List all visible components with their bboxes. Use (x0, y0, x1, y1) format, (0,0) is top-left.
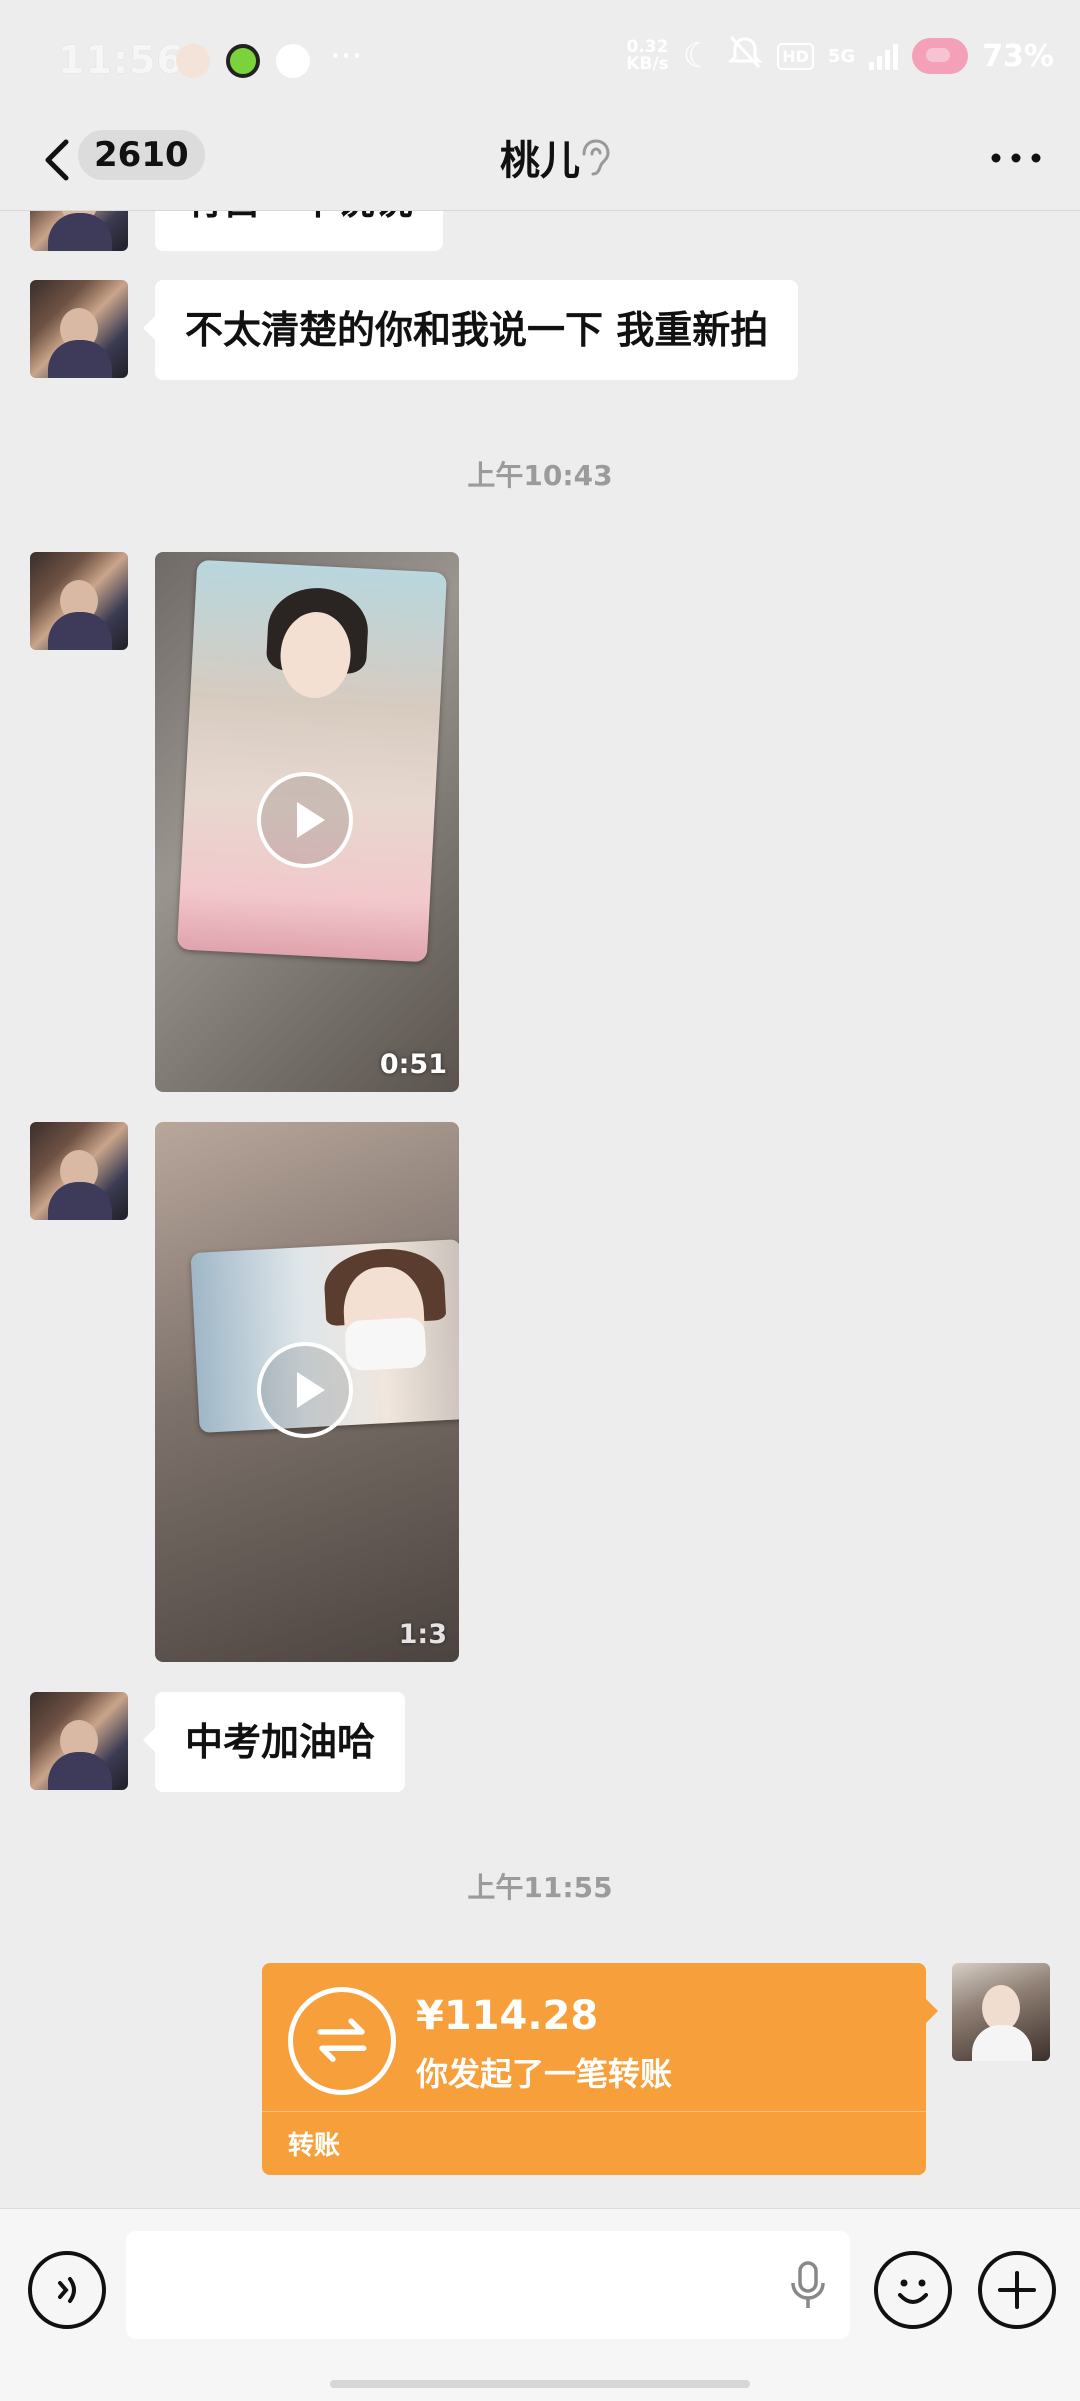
home-indicator[interactable] (330, 2380, 750, 2388)
video-thumbnail (176, 559, 448, 963)
moon-icon: ☾ (682, 36, 714, 76)
voice-icon[interactable] (28, 2251, 106, 2329)
battery-percent: 73% (982, 38, 1054, 74)
chat-header: 2610 桃儿 (0, 110, 1080, 211)
message-bubble[interactable]: 中考加油哈 (142, 1692, 406, 1792)
clipped-message-area: 有占一个说说 (0, 211, 1080, 251)
timestamp: 上午10:43 (467, 459, 613, 492)
contact-avatar[interactable] (30, 1122, 128, 1220)
signal-icon (869, 42, 899, 70)
contact-avatar[interactable] (30, 211, 128, 251)
video-duration: 1:3 (398, 1619, 447, 1650)
app-notification-icon (226, 44, 260, 78)
transfer-description: 你发起了一笔转账 (416, 2055, 673, 2093)
video-message[interactable]: 0:51 (155, 552, 459, 1092)
transfer-amount: ¥114.28 (416, 1993, 599, 2039)
divider (262, 2111, 926, 2112)
transfer-icon (288, 1987, 396, 2095)
mic-icon[interactable] (788, 2259, 828, 2311)
transfer-card[interactable]: ¥114.28 你发起了一笔转账 转账 (262, 1963, 938, 2175)
message-input[interactable] (126, 2231, 850, 2339)
timestamp: 上午11:55 (467, 1871, 613, 1904)
hd-badge: HD (777, 42, 814, 70)
network-type: 5G (827, 45, 856, 67)
status-time: 11:56 (58, 38, 184, 82)
video-message[interactable]: 1:3 (155, 1122, 459, 1662)
weibo-icon (176, 44, 210, 78)
chat-title: 桃儿 (500, 138, 580, 184)
status-right: 0.32 KB/s ☾ HD 5G 73% (626, 35, 1054, 78)
contact-avatar[interactable] (30, 552, 128, 650)
message-bubble[interactable]: 有占一个说说 (155, 211, 444, 251)
video-duration: 0:51 (379, 1049, 447, 1080)
emoji-icon[interactable] (874, 2251, 952, 2329)
plus-icon[interactable] (978, 2251, 1056, 2329)
status-bar: 11:56 ··· 0.32 KB/s ☾ HD 5G 73% (0, 0, 1080, 110)
mute-icon (727, 35, 763, 78)
contact-avatar[interactable] (30, 280, 128, 378)
message-bubble[interactable]: 不太清楚的你和我说一下 我重新拍 (142, 280, 799, 380)
contact-avatar[interactable] (30, 1692, 128, 1790)
app-notification-icon-2 (276, 44, 310, 78)
my-avatar[interactable] (952, 1963, 1050, 2061)
battery-icon (912, 38, 969, 74)
input-bar (0, 2208, 1080, 2401)
net-speed: 0.32 KB/s (626, 37, 669, 74)
play-icon[interactable] (257, 772, 353, 868)
ear-icon (582, 139, 610, 176)
more-notifications-icon: ··· (330, 36, 363, 76)
transfer-label: 转账 (288, 2131, 341, 2161)
play-icon[interactable] (257, 1342, 353, 1438)
more-icon[interactable] (988, 138, 1044, 178)
